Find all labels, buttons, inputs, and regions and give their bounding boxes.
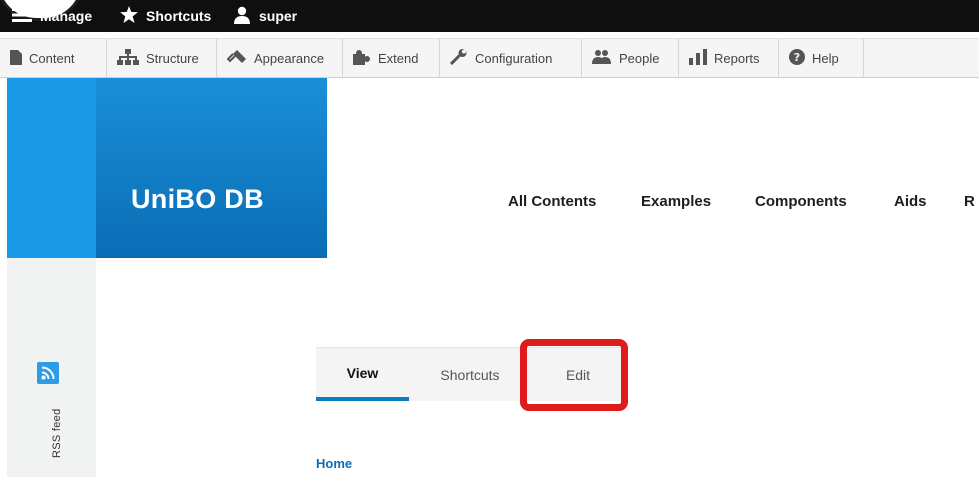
tab-view[interactable]: View [316, 347, 409, 401]
admin-toolbar: Manage Shortcuts super [0, 0, 979, 32]
tray-item-configuration[interactable]: Configuration [440, 39, 582, 78]
nav-link-truncated[interactable]: R [964, 193, 975, 210]
admin-tray: Content Structure Appearance Extend Conf… [0, 38, 979, 78]
tab-shortcuts[interactable]: Shortcuts [409, 347, 531, 401]
tray-item-label: People [619, 51, 660, 66]
reports-icon [689, 49, 714, 68]
help-icon: ? [789, 49, 812, 68]
structure-icon [117, 49, 146, 68]
manage-label: Manage [40, 8, 93, 24]
tray-item-appearance[interactable]: Appearance [217, 39, 343, 78]
tray-item-label: Content [29, 51, 75, 66]
user-button[interactable]: super [233, 0, 297, 32]
tray-item-people[interactable]: People [582, 39, 679, 78]
tray-item-structure[interactable]: Structure [107, 39, 217, 78]
site-branding[interactable] [96, 78, 327, 258]
breadcrumb-home[interactable]: Home [316, 456, 352, 471]
tray-item-label: Appearance [254, 51, 325, 66]
nav-link-examples[interactable]: Examples [641, 193, 711, 210]
people-icon [592, 49, 619, 68]
shortcuts-label: Shortcuts [146, 8, 212, 24]
user-icon [233, 6, 259, 27]
star-icon [120, 6, 146, 26]
site-name[interactable]: UniBO DB [131, 184, 264, 215]
tray-item-extend[interactable]: Extend [343, 39, 440, 78]
extend-icon [353, 49, 378, 68]
tray-item-label: Structure [146, 51, 199, 66]
header-accent [7, 78, 96, 258]
manage-button[interactable]: Manage [12, 0, 92, 32]
nav-link-components[interactable]: Components [755, 193, 847, 210]
nav-link-all-contents[interactable]: All Contents [508, 193, 596, 210]
content-icon [10, 49, 29, 68]
tray-item-label: Extend [378, 51, 419, 66]
configuration-icon [449, 49, 475, 68]
tray-item-reports[interactable]: Reports [679, 39, 779, 78]
tray-item-label: Reports [714, 51, 760, 66]
tray-item-help[interactable]: ? Help [779, 39, 864, 78]
annotation-highlight-box [520, 339, 628, 411]
hamburger-icon [12, 7, 40, 25]
appearance-icon [226, 49, 254, 68]
tray-item-label: Configuration [475, 51, 553, 66]
user-label: super [259, 8, 298, 24]
shortcuts-button[interactable]: Shortcuts [120, 0, 211, 32]
svg-text:?: ? [794, 51, 800, 64]
tray-item-label: Help [812, 51, 839, 66]
rss-icon[interactable] [37, 362, 59, 384]
rss-feed-link[interactable]: RSS feed [27, 398, 87, 458]
nav-link-aids[interactable]: Aids [894, 193, 927, 210]
tray-item-content[interactable]: Content [0, 39, 107, 78]
